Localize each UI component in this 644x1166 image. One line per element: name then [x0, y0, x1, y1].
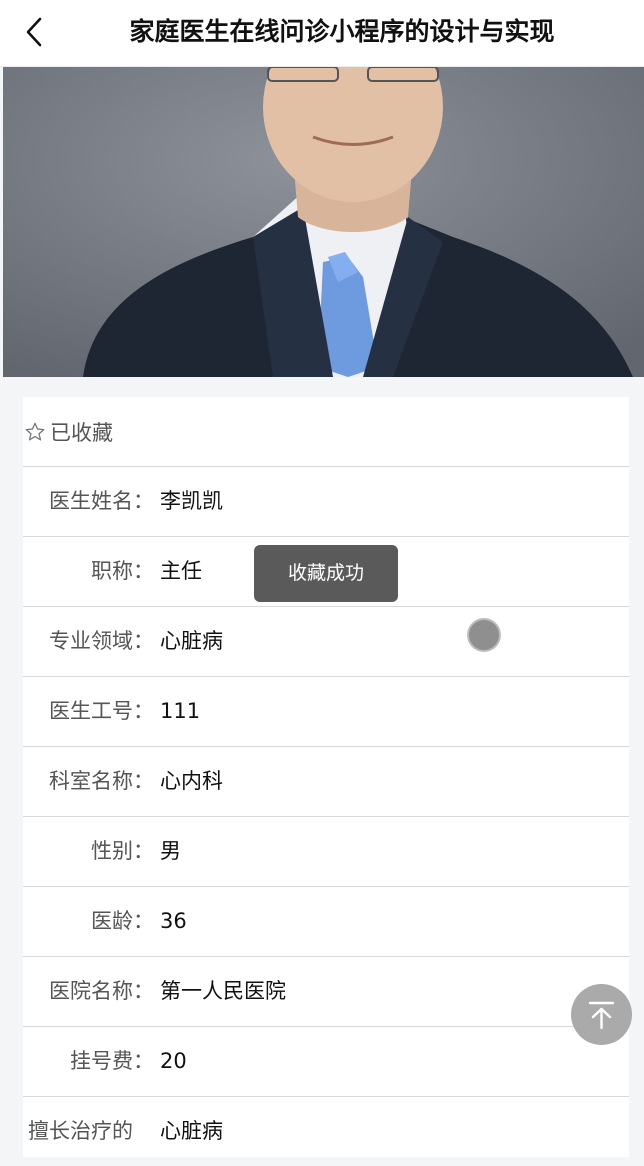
field-years-of-practice: 医龄： 36	[23, 887, 629, 957]
toast-message: 收藏成功	[254, 545, 398, 602]
field-department: 科室名称：心内科	[23, 747, 629, 817]
field-colon: ：	[133, 909, 154, 933]
field-label: 医院名称	[49, 979, 133, 1003]
favorite-toggle[interactable]: 已收藏	[23, 397, 629, 467]
field-value: 第一人民医院	[160, 979, 286, 1003]
field-colon: ：	[133, 839, 154, 863]
scroll-to-top-button[interactable]	[571, 984, 632, 1045]
touch-indicator	[467, 618, 501, 652]
field-value: 心脏病	[160, 629, 223, 653]
field-value: 111	[160, 699, 201, 723]
field-registration-fee: 挂号费： 20	[23, 1027, 629, 1097]
doctor-info-card: 已收藏 医生姓名：李凯凯 职称：主任 专业领域：心脏病 医生工号： 111 科室名…	[23, 397, 629, 1157]
top-navigation-bar: 家庭医生在线问诊小程序的设计与实现	[0, 0, 644, 67]
field-value: 主任	[160, 559, 202, 583]
field-value: 20	[160, 1049, 187, 1073]
field-label: 科室名称	[49, 769, 133, 793]
field-colon: ：	[133, 489, 154, 513]
chevron-left-icon	[26, 17, 42, 47]
field-label: 医生工号	[49, 699, 133, 723]
field-colon: ：	[133, 699, 154, 723]
field-doctor-name: 医生姓名：李凯凯	[23, 467, 629, 537]
field-colon: ：	[133, 1049, 154, 1073]
field-value: 心内科	[160, 769, 223, 793]
field-colon: ：	[133, 769, 154, 793]
field-colon: ：	[133, 559, 154, 583]
page-title: 家庭医生在线问诊小程序的设计与实现	[129, 17, 555, 46]
field-label: 挂号费	[70, 1049, 133, 1073]
field-specialty: 专业领域：心脏病	[23, 607, 629, 677]
field-colon: ：	[133, 979, 154, 1003]
field-doctor-id: 医生工号： 111	[23, 677, 629, 747]
star-outline-icon	[25, 422, 45, 441]
field-value: 李凯凯	[160, 489, 223, 513]
field-gender: 性别：男	[23, 817, 629, 887]
field-label: 专业领域	[49, 629, 133, 653]
arrow-up-to-top-icon	[588, 1001, 615, 1030]
favorite-status-label: 已收藏	[50, 420, 113, 445]
field-label: 性别	[91, 839, 133, 863]
field-hospital-name: 医院名称：第一人民医院	[23, 957, 629, 1027]
field-label: 医生姓名	[49, 489, 133, 513]
field-label: 医龄	[91, 909, 133, 933]
doctor-photo	[3, 67, 644, 377]
field-value: 36	[160, 909, 187, 933]
field-value: 男	[160, 839, 181, 863]
field-colon: ：	[133, 629, 154, 653]
field-label: 职称	[91, 559, 133, 583]
back-button[interactable]	[18, 14, 54, 50]
